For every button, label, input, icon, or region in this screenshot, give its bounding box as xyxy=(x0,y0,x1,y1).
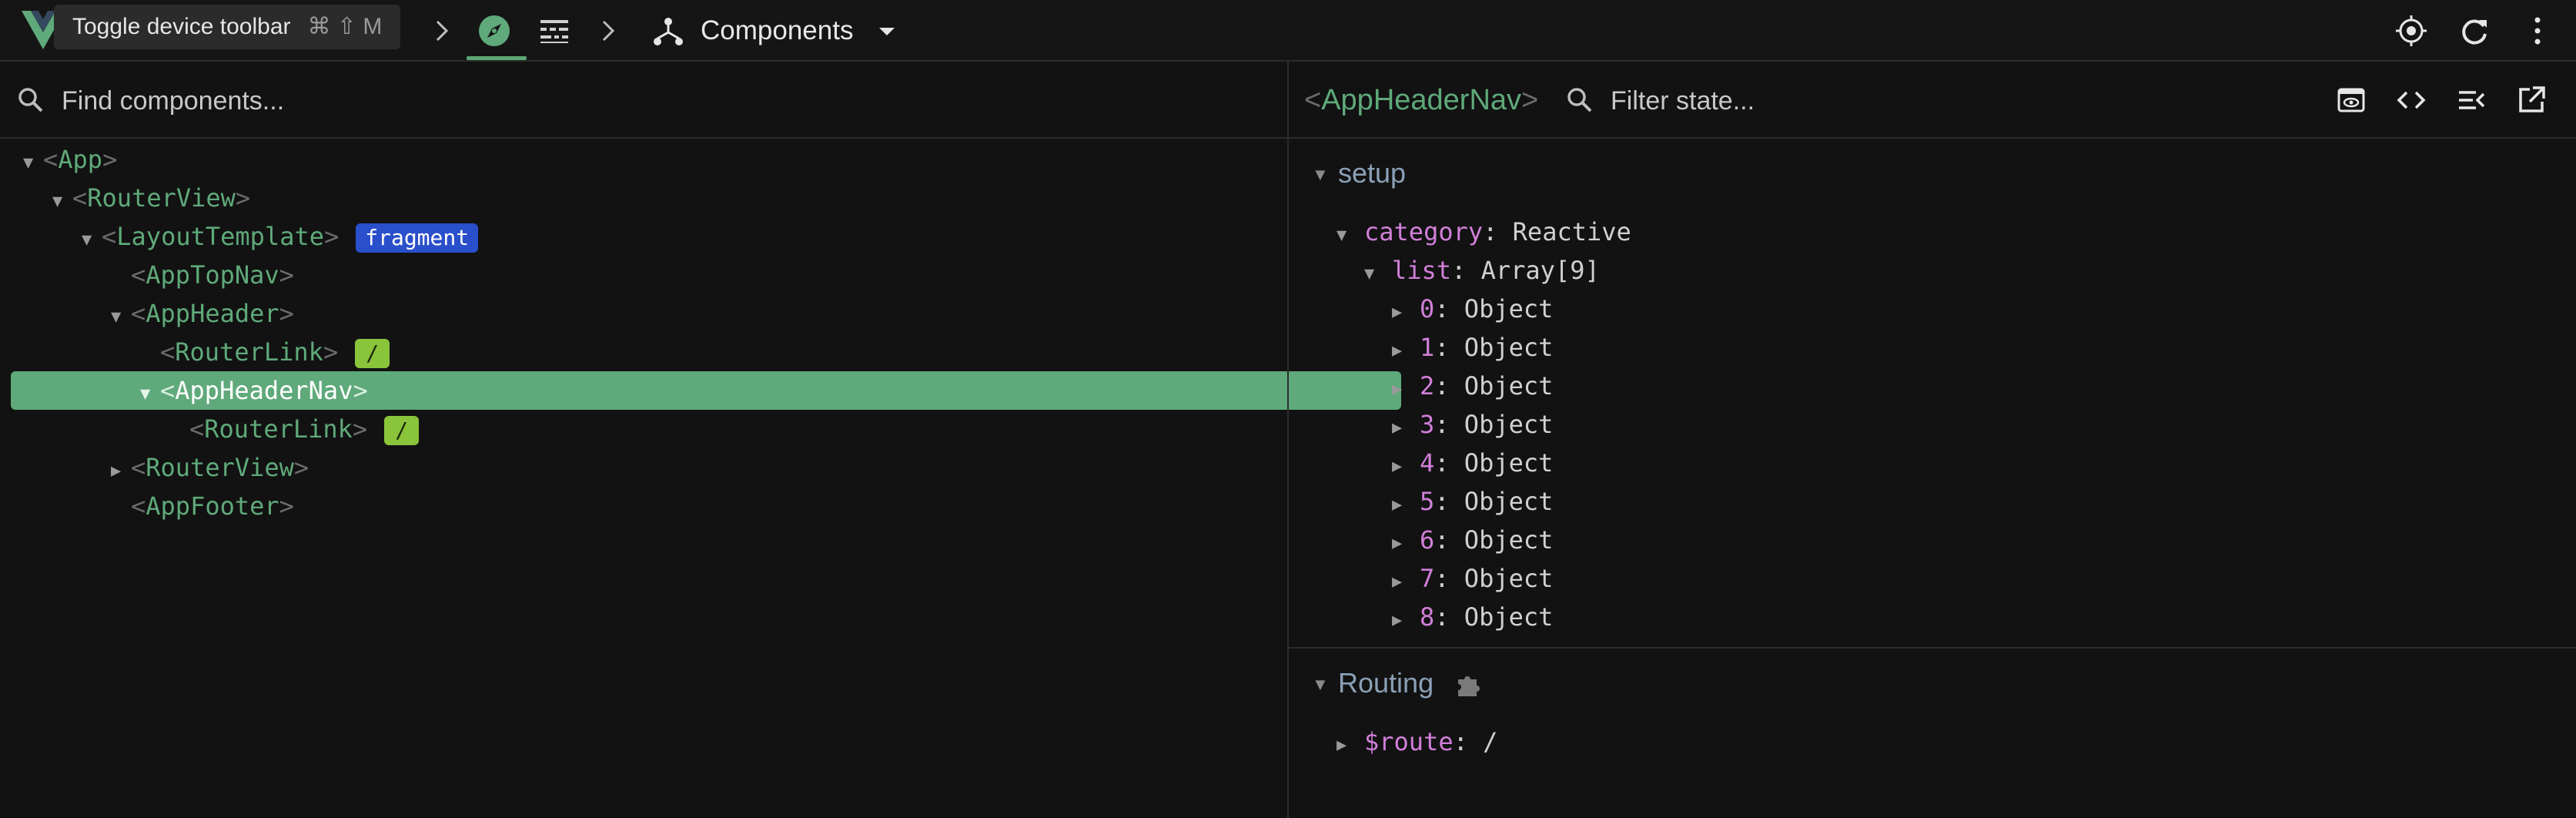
section-divider xyxy=(1289,647,2576,649)
collapse-triangle-icon[interactable]: ▶ xyxy=(1392,370,1420,409)
tree-node-routerview[interactable]: ▼ <RouterView> xyxy=(11,179,1313,217)
state-route[interactable]: ▶ $route: / xyxy=(1337,722,1497,761)
search-icon xyxy=(18,88,43,112)
chevron-right-icon[interactable] xyxy=(423,12,460,49)
open-in-editor-icon[interactable] xyxy=(2514,83,2548,117)
active-tab-indicator xyxy=(467,56,527,60)
route-badge: / xyxy=(384,416,420,445)
tree-node-routerlink[interactable]: <RouterLink> / xyxy=(11,410,1450,448)
list-item[interactable]: ▶ 0: Object xyxy=(1392,290,1553,328)
more-options-icon[interactable] xyxy=(2519,12,2556,49)
state-value: Array[9] xyxy=(1480,256,1600,285)
expand-triangle-icon[interactable]: ▼ xyxy=(1312,665,1338,704)
state-key: list xyxy=(1392,256,1452,285)
list-item[interactable]: ▶ 5: Object xyxy=(1392,482,1553,521)
tree-node-appheadernav-selected[interactable]: ▼ <AppHeaderNav> xyxy=(11,371,1401,410)
collapse-triangle-icon[interactable]: ▶ xyxy=(1392,563,1420,602)
dropdown-arrow-icon[interactable] xyxy=(868,12,905,49)
collapse-triangle-icon[interactable]: ▶ xyxy=(1392,448,1420,486)
setup-section-header[interactable]: ▼ setup xyxy=(1312,154,1406,193)
toggle-device-toolbar-tooltip: Toggle device toolbar ⌘ ⇧ M xyxy=(54,5,401,49)
list-item[interactable]: ▶ 7: Object xyxy=(1392,559,1553,598)
components-tab-button[interactable] xyxy=(463,0,527,62)
expand-triangle-icon[interactable]: ▼ xyxy=(1337,216,1364,255)
collapse-triangle-icon[interactable]: ▶ xyxy=(1392,525,1420,563)
collapse-triangle-icon[interactable]: ▶ xyxy=(1392,602,1420,640)
collapse-triangle-icon[interactable]: ▶ xyxy=(111,452,131,491)
list-item[interactable]: ▶ 8: Object xyxy=(1392,598,1553,636)
tooltip-shortcut: ⌘ ⇧ M xyxy=(307,14,383,39)
tree-node-appfooter[interactable]: <AppFooter> xyxy=(11,487,1392,525)
component-tree-panel: ▼<App> ▼<RouterView> ▼<LayoutTemplate>fr… xyxy=(0,62,1401,818)
route-badge: / xyxy=(355,339,390,368)
scroll-to-component-icon[interactable] xyxy=(2334,83,2368,117)
expand-triangle-icon[interactable]: ▼ xyxy=(23,144,43,183)
collapse-triangle-icon[interactable]: ▶ xyxy=(1337,726,1364,765)
collapse-triangle-icon[interactable]: ▶ xyxy=(1392,332,1420,370)
collapse-triangle-icon[interactable]: ▶ xyxy=(1392,486,1420,525)
expand-triangle-icon[interactable]: ▼ xyxy=(1312,156,1338,194)
list-item[interactable]: ▶ 6: Object xyxy=(1392,521,1553,559)
tree-node-layouttemplate[interactable]: ▼ <LayoutTemplate> fragment xyxy=(11,217,1343,256)
tree-node-label: AppHeaderNav xyxy=(175,376,353,405)
tree-node-label: RouterView xyxy=(87,183,236,213)
devtools-toolbar: Toggle device toolbar ⌘ ⇧ M Components xyxy=(0,0,2576,62)
tree-node-label: RouterLink xyxy=(204,414,353,444)
code-icon[interactable] xyxy=(2394,83,2428,117)
selected-component-name: <AppHeaderNav> xyxy=(1304,84,1539,116)
collapse-triangle-icon[interactable]: ▶ xyxy=(1392,409,1420,448)
compass-icon xyxy=(479,15,510,46)
state-category[interactable]: ▼ category: Reactive xyxy=(1337,213,1631,251)
setup-section-title: setup xyxy=(1338,157,1407,189)
expand-triangle-icon[interactable]: ▼ xyxy=(1364,255,1392,293)
plugin-puzzle-icon xyxy=(1458,676,1480,697)
tree-node-app[interactable]: ▼ <App> xyxy=(11,140,1284,179)
expand-triangle-icon[interactable]: ▼ xyxy=(111,298,131,337)
routing-section-title: Routing xyxy=(1338,667,1434,699)
list-item[interactable]: ▶ 1: Object xyxy=(1392,328,1553,367)
list-item[interactable]: ▶ 3: Object xyxy=(1392,405,1553,444)
tree-node-routerlink[interactable]: <RouterLink> / xyxy=(11,333,1421,371)
chevron-right-icon[interactable] xyxy=(590,12,627,49)
find-components-input[interactable] xyxy=(60,79,1218,123)
inspector-header: <AppHeaderNav> xyxy=(1289,62,2576,139)
state-inspector-panel: <AppHeaderNav> ▼setup ▼category: Reactiv… xyxy=(1289,62,2576,818)
filter-state-input[interactable] xyxy=(1609,79,2074,123)
tree-node-label: AppFooter xyxy=(146,491,279,521)
list-item[interactable]: ▶ 2: Object xyxy=(1392,367,1553,405)
show-render-code-icon[interactable] xyxy=(2454,83,2488,117)
state-list[interactable]: ▼ list: Array[9] xyxy=(1364,251,1600,290)
refresh-icon[interactable] xyxy=(2456,12,2493,49)
expand-triangle-icon[interactable]: ▼ xyxy=(82,221,102,260)
state-value: / xyxy=(1483,727,1498,756)
collapse-triangle-icon[interactable]: ▶ xyxy=(1392,293,1420,332)
search-icon xyxy=(1567,88,1592,112)
tree-node-label: App xyxy=(58,145,103,174)
fragment-badge: fragment xyxy=(356,223,479,253)
state-value: Reactive xyxy=(1512,217,1631,246)
timeline-icon[interactable] xyxy=(536,12,573,49)
components-tab-label[interactable]: Components xyxy=(701,0,853,62)
tree-node-routerview-collapsed[interactable]: ▶ <RouterView> xyxy=(11,448,1372,487)
tooltip-text: Toggle device toolbar xyxy=(72,14,291,39)
tree-node-label: RouterView xyxy=(146,453,294,482)
state-key: category xyxy=(1364,217,1484,246)
tree-node-apptopnav[interactable]: <AppTopNav> xyxy=(11,256,1392,294)
state-key: $route xyxy=(1364,727,1454,756)
tree-node-label: LayoutTemplate xyxy=(116,222,324,251)
routing-section-header[interactable]: ▼ Routing xyxy=(1312,664,1484,702)
select-component-crosshair-icon[interactable] xyxy=(2393,12,2430,49)
component-tree-icon xyxy=(654,18,683,45)
tree-node-label: RouterLink xyxy=(175,337,323,367)
tree-node-label: AppTopNav xyxy=(146,260,279,290)
component-search-bar xyxy=(0,62,1287,139)
expand-triangle-icon[interactable]: ▼ xyxy=(140,375,160,414)
tree-node-appheader[interactable]: ▼ <AppHeader> xyxy=(11,294,1372,333)
list-item[interactable]: ▶ 4: Object xyxy=(1392,444,1553,482)
tree-node-label: AppHeader xyxy=(146,299,279,328)
expand-triangle-icon[interactable]: ▼ xyxy=(52,183,72,221)
